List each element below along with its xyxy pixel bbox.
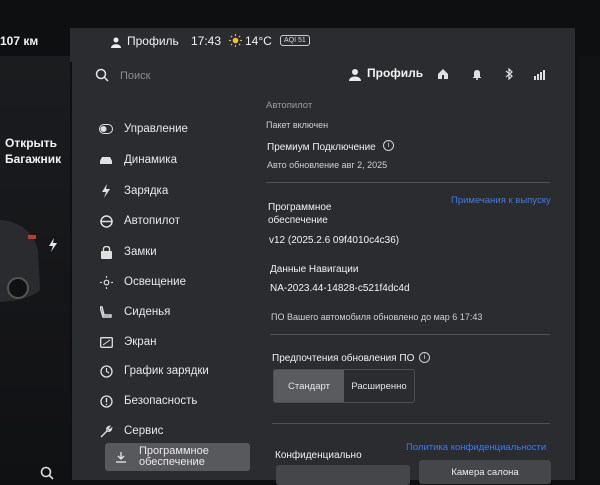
sidebar-item-label: Управление bbox=[124, 123, 188, 135]
sidebar-item-controls[interactable]: Управление bbox=[98, 118, 250, 140]
release-notes-link[interactable]: Примечания к выпуску bbox=[451, 195, 551, 206]
screen-icon bbox=[98, 334, 114, 350]
lte-signal-icon bbox=[533, 67, 545, 80]
sidebar-item-service[interactable]: Сервис bbox=[98, 420, 250, 442]
premium-status: Авто обновление авг 2, 2025 bbox=[267, 160, 388, 170]
car-image bbox=[0, 210, 40, 310]
sidebar-item-lighting[interactable]: Освещение bbox=[98, 271, 250, 293]
software-title: Программное обеспечение bbox=[268, 202, 332, 226]
status-profile[interactable]: Профиль bbox=[127, 34, 179, 48]
clock-icon bbox=[98, 363, 114, 379]
status-temperature: 14°C bbox=[245, 34, 272, 48]
aqi-badge: AQI 51 bbox=[280, 35, 310, 46]
info-icon[interactable]: i bbox=[383, 140, 394, 151]
sidebar-item-dynamics[interactable]: Динамика bbox=[98, 149, 250, 171]
sidebar-item-locks[interactable]: Замки bbox=[98, 241, 250, 263]
profile-status-icon bbox=[110, 35, 122, 48]
wrench-icon bbox=[98, 423, 114, 439]
car-icon bbox=[98, 152, 114, 168]
sidebar-item-autopilot[interactable]: Автопилот bbox=[98, 210, 250, 232]
sun-icon bbox=[229, 34, 242, 52]
status-time: 17:43 bbox=[191, 34, 222, 48]
info-icon[interactable]: i bbox=[419, 352, 430, 363]
sidebar-item-label: Динамика bbox=[124, 154, 177, 166]
sidebar-item-label: Освещение bbox=[124, 276, 186, 288]
profile-button[interactable]: Профиль bbox=[367, 66, 423, 80]
sidebar-item-charging[interactable]: Зарядка bbox=[98, 180, 250, 202]
sidebar-item-label: Замки bbox=[124, 246, 157, 258]
update-preferences-title: Предпочтения обновления ПО bbox=[272, 353, 415, 364]
privacy-policy-link[interactable]: Политика конфиденциальности bbox=[406, 442, 546, 453]
screen-bezel-right bbox=[578, 56, 600, 480]
sun-icon bbox=[98, 274, 114, 290]
open-trunk-button[interactable]: Открыть Багажник bbox=[5, 135, 65, 167]
sidebar-item-label: Безопасность bbox=[124, 395, 198, 407]
privacy-title: Конфиденциально bbox=[275, 450, 362, 461]
preference-option-standard[interactable]: Стандарт bbox=[274, 370, 344, 402]
software-version: v12 (2025.2.6 09f4010c4c36) bbox=[269, 235, 400, 246]
sidebar-item-label: Зарядка bbox=[124, 185, 169, 197]
steering-wheel-icon bbox=[98, 213, 114, 229]
bluetooth-icon[interactable] bbox=[503, 67, 515, 81]
profile-icon[interactable] bbox=[349, 68, 361, 81]
nav-data-title: Данные Навигации bbox=[270, 264, 359, 275]
search-icon[interactable] bbox=[95, 68, 109, 82]
car-search-icon[interactable] bbox=[40, 466, 54, 480]
privacy-option-button[interactable] bbox=[276, 465, 410, 485]
bolt-icon bbox=[98, 183, 114, 199]
charging-bolt-icon bbox=[48, 238, 58, 252]
update-note: ПО Вашего автомобиля обновлено до мар 6 … bbox=[271, 312, 483, 322]
divider bbox=[270, 334, 550, 335]
sidebar-item-label: Программное обеспечение bbox=[139, 445, 209, 468]
autopilot-status: Пакет включен bbox=[266, 120, 329, 130]
download-icon bbox=[113, 449, 129, 465]
divider bbox=[266, 182, 550, 183]
sidebar-item-software[interactable]: Программное обеспечение bbox=[105, 443, 250, 471]
sidebar-item-label: Сервис bbox=[124, 425, 164, 437]
sidebar-item-label: Автопилот bbox=[124, 215, 180, 227]
update-preference-segmented-control[interactable]: Стандарт Расширенно bbox=[273, 369, 415, 403]
preference-option-advanced[interactable]: Расширенно bbox=[344, 370, 414, 402]
sidebar-item-display[interactable]: Экран bbox=[98, 331, 250, 353]
toggle-icon bbox=[98, 121, 114, 137]
shield-icon bbox=[98, 393, 114, 409]
divider bbox=[272, 423, 550, 424]
sidebar-item-safety[interactable]: Безопасность bbox=[98, 390, 250, 412]
sidebar-item-seats[interactable]: Сиденья bbox=[98, 301, 250, 323]
sidebar-item-label: Сиденья bbox=[124, 306, 171, 318]
seat-icon bbox=[98, 304, 114, 320]
home-icon[interactable] bbox=[437, 67, 449, 79]
sidebar-item-charging-schedule[interactable]: График зарядки bbox=[98, 360, 250, 382]
sidebar-item-label: Экран bbox=[124, 336, 157, 348]
premium-title: Премиум Подключение bbox=[267, 142, 376, 153]
search-input[interactable] bbox=[120, 68, 280, 84]
sidebar-item-label: График зарядки bbox=[124, 365, 209, 377]
cabin-camera-button[interactable]: Камера салона bbox=[419, 460, 551, 484]
range-readout: 107 км bbox=[0, 34, 39, 48]
bell-icon[interactable] bbox=[471, 67, 483, 80]
nav-data-version: NA-2023.44-14828-c521f4dc4d bbox=[270, 283, 410, 294]
lock-icon bbox=[98, 244, 114, 260]
autopilot-title: Автопилот bbox=[266, 100, 313, 111]
